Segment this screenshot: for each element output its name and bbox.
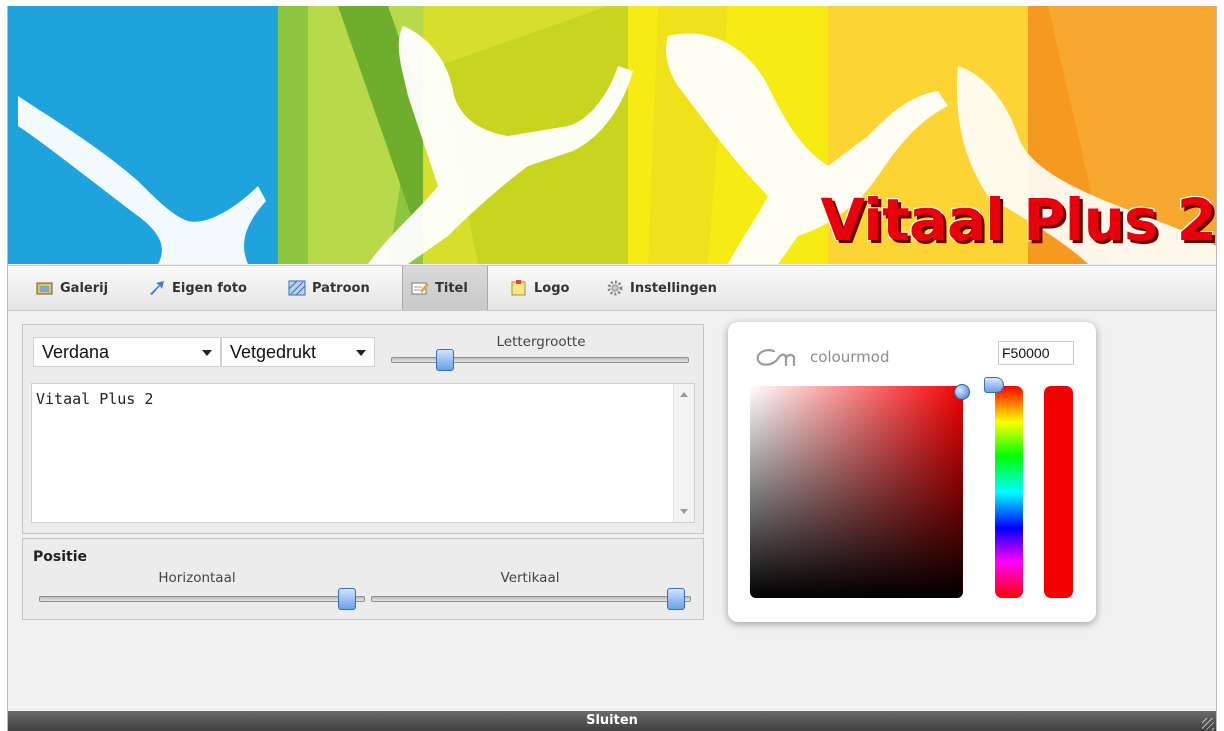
gallery-icon	[36, 280, 54, 296]
logo-note-icon	[510, 280, 528, 296]
tab-eigen-foto[interactable]: Eigen foto	[140, 266, 255, 310]
colour-picker: colourmod F50000	[728, 322, 1096, 622]
scroll-down-icon[interactable]	[680, 509, 688, 514]
tab-instellingen[interactable]: Instellingen	[598, 266, 725, 310]
position-title: Positie	[33, 549, 87, 565]
font-size-slider-thumb[interactable]	[435, 349, 454, 371]
vertical-label: Vertikaal	[500, 570, 560, 586]
chevron-down-icon	[202, 350, 212, 356]
font-select-value: Verdana	[42, 342, 110, 362]
upload-arrow-icon	[148, 280, 166, 296]
colourmod-logo-icon	[756, 349, 796, 367]
tab-titel[interactable]: Titel	[402, 266, 488, 310]
font-select[interactable]: Verdana	[33, 337, 221, 367]
horizontal-label: Horizontaal	[158, 570, 236, 586]
tab-patroon-label: Patroon	[312, 280, 370, 296]
horizontal-slider-thumb[interactable]	[337, 588, 356, 610]
hue-slider-handle[interactable]	[984, 377, 1004, 393]
banner-preview: Vitaal Plus 2	[8, 6, 1216, 264]
tab-galerij-label: Galerij	[60, 280, 109, 296]
tab-logo[interactable]: Logo	[502, 266, 577, 310]
hue-slider[interactable]	[995, 386, 1023, 598]
font-size-label: Lettergrootte	[496, 334, 586, 350]
pattern-icon	[288, 280, 306, 296]
horizontal-slider-track[interactable]	[39, 596, 365, 602]
title-text-value: Vitaal Plus 2	[36, 390, 154, 408]
saturation-value-area[interactable]	[750, 386, 963, 598]
close-button-label: Sluiten	[586, 713, 638, 728]
hex-input[interactable]: F50000	[998, 341, 1074, 365]
colourmod-brand: colourmod	[754, 346, 890, 368]
tab-galerij[interactable]: Galerij	[28, 266, 116, 310]
chevron-down-icon	[356, 350, 366, 356]
tab-logo-label: Logo	[534, 280, 570, 296]
tab-instellingen-label: Instellingen	[630, 280, 717, 296]
text-scrollbar[interactable]	[673, 384, 694, 522]
tab-patroon[interactable]: Patroon	[280, 266, 378, 310]
tab-bar: Galerij Eigen foto Patroon Titel Logo In…	[8, 265, 1216, 311]
banner-title: Vitaal Plus 2	[820, 186, 1216, 254]
style-select-value: Vetgedrukt	[230, 342, 317, 362]
saturation-value-handle[interactable]	[954, 384, 970, 400]
position-panel: Positie Horizontaal Vertikaal	[22, 538, 704, 620]
vertical-slider-thumb[interactable]	[666, 588, 685, 610]
tab-titel-label: Titel	[435, 280, 468, 296]
gear-icon	[606, 280, 624, 296]
title-text-area[interactable]: Vitaal Plus 2	[31, 383, 695, 523]
colourmod-label: colourmod	[810, 348, 890, 366]
title-panel: Verdana Vetgedrukt Lettergrootte Vitaal …	[22, 324, 704, 534]
title-pencil-icon	[411, 280, 429, 296]
vertical-slider-track[interactable]	[371, 596, 691, 602]
resize-grip-icon[interactable]	[1202, 718, 1214, 730]
scroll-up-icon[interactable]	[680, 392, 688, 397]
close-button[interactable]: Sluiten	[8, 711, 1216, 731]
style-select[interactable]: Vetgedrukt	[221, 337, 375, 367]
tab-eigen-foto-label: Eigen foto	[172, 280, 247, 296]
editor-window: Vitaal Plus 2 Galerij Eigen foto Patroon	[7, 6, 1217, 731]
selected-color-swatch	[1044, 386, 1073, 598]
